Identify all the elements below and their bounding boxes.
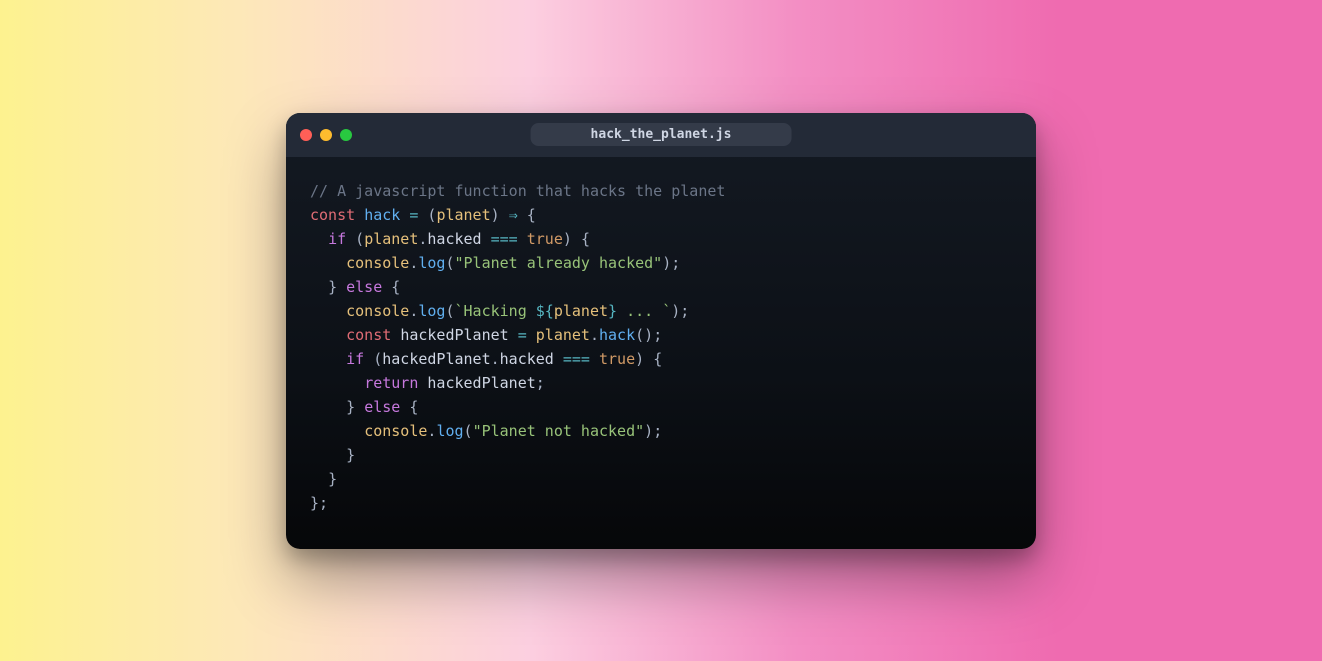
brace: }	[346, 446, 355, 464]
brace: }	[328, 278, 337, 296]
semi: ;	[319, 494, 328, 512]
fn-log: log	[436, 422, 463, 440]
brace: {	[391, 278, 400, 296]
arrow: ⇒	[509, 206, 518, 224]
kw-if: if	[346, 350, 364, 368]
tmpl-open: `Hacking	[455, 302, 536, 320]
op-assign: =	[409, 206, 418, 224]
kw-const: const	[346, 326, 391, 344]
console: console	[346, 302, 409, 320]
var-hackedplanet: hackedPlanet	[382, 350, 490, 368]
param: planet	[436, 206, 490, 224]
var-hackedplanet: hackedPlanet	[400, 326, 508, 344]
var-planet: planet	[364, 230, 418, 248]
prop-hacked: hacked	[500, 350, 554, 368]
paren: (	[445, 302, 454, 320]
dot: .	[590, 326, 599, 344]
paren: ()	[635, 326, 653, 344]
fn-hack-call: hack	[599, 326, 635, 344]
str-already: "Planet already hacked"	[455, 254, 663, 272]
op-eq: ===	[491, 230, 518, 248]
semi: ;	[671, 254, 680, 272]
maximize-icon[interactable]	[340, 129, 352, 141]
brace: {	[409, 398, 418, 416]
interp-var: planet	[554, 302, 608, 320]
paren: )	[662, 254, 671, 272]
fn-log: log	[418, 254, 445, 272]
filename: hack_the_planet.js	[591, 127, 732, 142]
titlebar: hack_the_planet.js	[286, 113, 1036, 157]
semi: ;	[653, 326, 662, 344]
brace: {	[653, 350, 662, 368]
window-controls	[300, 129, 352, 141]
brace: {	[581, 230, 590, 248]
brace: }	[328, 470, 337, 488]
close-icon[interactable]	[300, 129, 312, 141]
semi: ;	[536, 374, 545, 392]
kw-else: else	[346, 278, 382, 296]
code-window: hack_the_planet.js // A javascript funct…	[286, 113, 1036, 549]
fn-name: hack	[364, 206, 400, 224]
bool-true: true	[527, 230, 563, 248]
paren: )	[563, 230, 572, 248]
filename-pill: hack_the_planet.js	[531, 123, 792, 146]
var-planet: planet	[536, 326, 590, 344]
tmpl-tail: ... `	[617, 302, 671, 320]
console: console	[364, 422, 427, 440]
interp-open: ${	[536, 302, 554, 320]
paren: )	[644, 422, 653, 440]
op-assign: =	[518, 326, 527, 344]
var-hackedplanet: hackedPlanet	[427, 374, 535, 392]
paren: )	[635, 350, 644, 368]
console: console	[346, 254, 409, 272]
dot: .	[491, 350, 500, 368]
code-area[interactable]: // A javascript function that hacks the …	[286, 157, 1036, 549]
paren: )	[671, 302, 680, 320]
str-not: "Planet not hacked"	[473, 422, 645, 440]
brace: {	[527, 206, 536, 224]
interp-close: }	[608, 302, 617, 320]
paren: (	[373, 350, 382, 368]
kw-const: const	[310, 206, 355, 224]
op-eq: ===	[563, 350, 590, 368]
kw-else: else	[364, 398, 400, 416]
kw-return: return	[364, 374, 418, 392]
paren: )	[491, 206, 500, 224]
brace: }	[346, 398, 355, 416]
paren: (	[464, 422, 473, 440]
semi: ;	[653, 422, 662, 440]
paren: (	[355, 230, 364, 248]
prop-hacked: hacked	[427, 230, 481, 248]
kw-if: if	[328, 230, 346, 248]
brace: }	[310, 494, 319, 512]
minimize-icon[interactable]	[320, 129, 332, 141]
semi: ;	[680, 302, 689, 320]
fn-log: log	[418, 302, 445, 320]
paren: (	[445, 254, 454, 272]
code-comment: // A javascript function that hacks the …	[310, 182, 725, 200]
bool-true: true	[599, 350, 635, 368]
